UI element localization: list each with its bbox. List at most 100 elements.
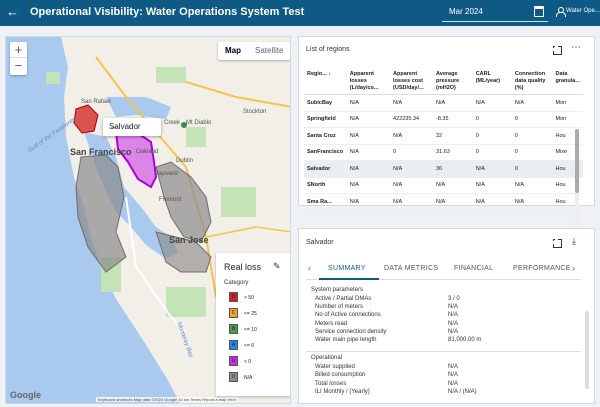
- table-cell: 0: [511, 111, 553, 128]
- table-row[interactable]: SanFrancisco N/A 0 31.63 0 0 Mixe: [304, 144, 583, 161]
- table-cell: N/A: [346, 144, 391, 161]
- table-cell: N/A: [390, 94, 433, 112]
- column-header-region[interactable]: Regio... ↓: [304, 69, 347, 95]
- metric-label: Service connection density: [315, 328, 387, 335]
- detail-card-title: Salvador: [306, 239, 334, 246]
- section-divider: [306, 351, 581, 353]
- regions-table: Regio... ↓ Apparent losses (L/day/co... …: [304, 69, 583, 236]
- table-header-row: Regio... ↓ Apparent losses (L/day/co... …: [304, 69, 583, 95]
- table-cell: 36: [433, 160, 473, 178]
- vertical-scrollbar[interactable]: [575, 129, 579, 229]
- map-panel[interactable]: + − Map Satellite San Rafael Stockton Mt…: [5, 36, 291, 404]
- metric-label: Number of meters: [315, 304, 364, 311]
- column-header-apparent-losses[interactable]: Apparent losses (L/day/co...: [346, 69, 391, 95]
- metric-value: N/A: [448, 328, 459, 335]
- table-cell: 422235.34: [390, 111, 433, 128]
- table-cell-region: SNorth: [304, 177, 347, 194]
- table-row[interactable]: Sma Ra... N/A N/A N/A N/A N/A Hou: [304, 193, 583, 211]
- legend-item-label: <= 25: [244, 311, 257, 317]
- table-cell-region: Santa Cruz: [304, 127, 347, 145]
- legend-swatch: D: [229, 292, 238, 302]
- map-type-satellite[interactable]: Satellite: [248, 42, 290, 60]
- zoom-in-button[interactable]: +: [10, 42, 27, 58]
- map-type-toggle[interactable]: Map Satellite: [218, 42, 290, 60]
- table-cell-region: SubicBay: [304, 94, 347, 112]
- arrow-right-icon[interactable]: →: [109, 121, 156, 131]
- legend-title: Real loss: [224, 262, 262, 272]
- download-icon[interactable]: ⤓: [572, 236, 576, 247]
- expand-icon[interactable]: [552, 238, 562, 248]
- column-header-connection-quality[interactable]: Connection data quality (%): [511, 69, 553, 95]
- google-logo: Google: [10, 390, 41, 400]
- table-cell: 0: [472, 144, 512, 161]
- table-row[interactable]: Springfield N/A 422235.34 -8.35 0 0 Mon: [304, 111, 583, 128]
- metric-label: Billed consumption: [315, 372, 366, 379]
- metric-label: Active / Partial DMAs: [315, 296, 372, 302]
- map-attribution[interactable]: Keyboard shortcuts Map data ©2024 Google…: [96, 397, 239, 402]
- table-cell: 0: [472, 111, 512, 128]
- table-cell: 31.63: [433, 144, 473, 161]
- metric-value: N/A / (N/A): [448, 388, 477, 395]
- region-popup[interactable]: Salvador →: [103, 118, 161, 136]
- table-cell: N/A: [390, 193, 433, 211]
- map-type-map[interactable]: Map: [218, 42, 248, 60]
- chevron-left-icon[interactable]: ‹: [308, 263, 311, 273]
- map-label-hayward: Hayward: [154, 171, 178, 177]
- pencil-icon[interactable]: ✎: [273, 261, 281, 272]
- table-cell: 0: [511, 127, 553, 145]
- metric-label: ILI Monthly / (Yearly): [315, 388, 370, 395]
- table-cell-region: SanFrancisco: [304, 144, 347, 161]
- chevron-right-icon[interactable]: ›: [572, 263, 575, 273]
- user-menu-button[interactable]: Water Ope...: [556, 6, 600, 20]
- legend-swatch: U: [229, 356, 238, 366]
- table-cell: N/A: [346, 127, 391, 145]
- legend-item-label: > 50: [244, 295, 254, 301]
- table-cell: N/A: [433, 193, 473, 211]
- metric-value: N/A: [448, 364, 459, 371]
- detail-scrollbar[interactable]: [585, 311, 589, 389]
- zoom-control[interactable]: + −: [10, 42, 27, 75]
- metric-value: N/A: [448, 304, 459, 311]
- table-cell: N/A: [390, 177, 433, 194]
- metric-value: N/A: [448, 312, 459, 319]
- table-row[interactable]: Santa Cruz N/A N/A 32 0 0 Hou: [304, 127, 583, 145]
- legend-swatch: A: [229, 340, 238, 350]
- zoom-out-button[interactable]: −: [10, 58, 27, 74]
- metric-value: 3 / 0: [448, 296, 460, 302]
- region-detail-card: Salvador ⤓ ‹ SUMMARY DATA METRICS FINANC…: [298, 228, 595, 404]
- table-row[interactable]: SubicBay N/A N/A N/A N/A N/A Mon: [304, 94, 583, 112]
- table-cell: N/A: [390, 127, 433, 145]
- table-cell: N/A: [472, 193, 512, 211]
- metric-label: Water supplied: [315, 364, 355, 371]
- tab-performance[interactable]: PERFORMANCE: [513, 265, 571, 272]
- tab-summary[interactable]: SUMMARY: [328, 265, 366, 272]
- tab-data-metrics[interactable]: DATA METRICS: [384, 265, 438, 272]
- regions-card: List of regions ⋯ Regio... ↓ Apparent lo…: [298, 36, 595, 235]
- section-title: Operational: [311, 355, 343, 362]
- table-row[interactable]: SNorth N/A N/A N/A N/A N/A Hou: [304, 177, 583, 194]
- table-cell: 32: [433, 127, 473, 145]
- column-header-data-granularity[interactable]: Data granula...: [552, 69, 583, 95]
- table-cell: N/A: [346, 193, 391, 211]
- metric-value: 81,000.00 m: [448, 337, 482, 343]
- calendar-icon[interactable]: [534, 6, 544, 17]
- back-arrow-icon[interactable]: ←: [6, 5, 20, 19]
- more-menu-icon[interactable]: ⋯: [571, 42, 581, 53]
- column-header-average-pressure[interactable]: Average pressure (mH2O): [433, 69, 473, 95]
- metric-label: No of Active connections: [315, 312, 381, 319]
- expand-icon[interactable]: [552, 45, 562, 55]
- table-row[interactable]: Salvador N/A N/A 36 N/A 0 Hou: [304, 160, 583, 178]
- column-header-carl[interactable]: CARL (ML/year): [472, 69, 512, 95]
- table-cell: 0: [511, 160, 553, 178]
- column-header-apparent-losses-cost[interactable]: Apparent losses cost (USD/day/...: [390, 69, 433, 95]
- metric-label: Water main pipe length: [315, 337, 377, 343]
- metric-label: Meters read: [315, 320, 348, 327]
- map-label-dublin: Dublin: [176, 158, 194, 164]
- app-header: ← Operational Visibility: Water Operatio…: [0, 0, 600, 26]
- scroll-thumb[interactable]: [575, 129, 579, 193]
- table-cell: N/A: [433, 177, 473, 194]
- legend-swatch: B: [229, 324, 238, 334]
- tab-financial[interactable]: FINANCIAL: [454, 265, 493, 272]
- active-tab-indicator: [319, 278, 379, 280]
- month-picker[interactable]: Mar 2024: [442, 3, 548, 22]
